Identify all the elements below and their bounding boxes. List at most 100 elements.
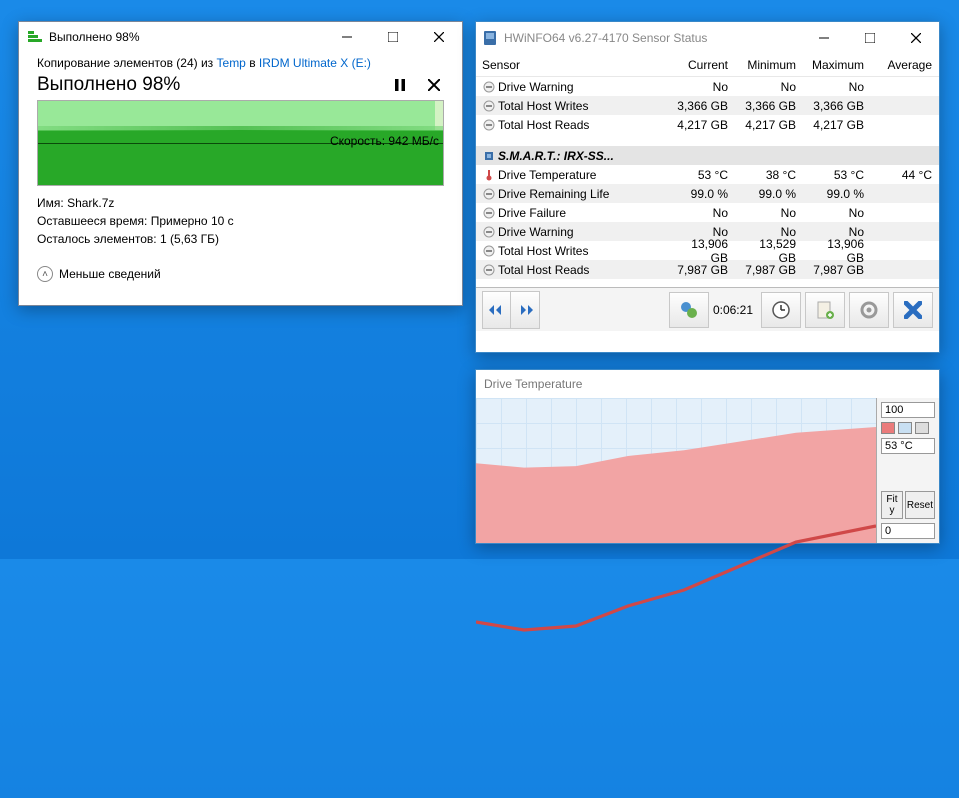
temp-title: Drive Temperature xyxy=(484,377,939,391)
sensor-value: 53 °C xyxy=(802,168,870,182)
source-folder-link[interactable]: Temp xyxy=(217,56,246,70)
y-max-input[interactable] xyxy=(881,402,935,418)
sensor-row[interactable]: Total Host Writes3,366 GB3,366 GB3,366 G… xyxy=(476,96,939,115)
fit-y-button[interactable]: Fit y xyxy=(881,491,903,519)
maximize-button[interactable] xyxy=(847,23,893,53)
sensor-value: 38 °C xyxy=(734,168,802,182)
sensor-value: 3,366 GB xyxy=(734,99,802,113)
sensor-value: No xyxy=(802,80,870,94)
temperature-chart[interactable] xyxy=(476,398,877,543)
series-color-gray[interactable] xyxy=(915,422,929,434)
sensor-label: S.M.A.R.T.: IRX-SS... xyxy=(498,149,614,163)
sensor-label: Total Host Reads xyxy=(498,263,589,277)
sensor-row[interactable]: Total Host Reads4,217 GB4,217 GB4,217 GB xyxy=(476,115,939,134)
sensor-value: 7,987 GB xyxy=(734,263,802,277)
sensor-row[interactable]: Total Host Reads7,987 GB7,987 GB7,987 GB xyxy=(476,260,939,279)
sensor-row[interactable]: Total Host Writes13,906 GB13,529 GB13,90… xyxy=(476,241,939,260)
temperature-side-panel: Fit y Reset xyxy=(877,398,939,543)
sensor-value: No xyxy=(734,206,802,220)
sensor-label: Total Host Writes xyxy=(498,244,588,258)
col-current[interactable]: Current xyxy=(666,58,734,72)
sensor-row[interactable]: Drive Remaining Life99.0 %99.0 %99.0 % xyxy=(476,184,939,203)
sensor-value: 99.0 % xyxy=(666,187,734,201)
copy-speed-graph[interactable]: Скорость: 942 МБ/с xyxy=(37,100,444,186)
hwinfo-titlebar[interactable]: HWiNFO64 v6.27-4170 Sensor Status xyxy=(476,22,939,53)
series-color-blue[interactable] xyxy=(898,422,912,434)
sensor-value: No xyxy=(666,206,734,220)
minus-icon xyxy=(482,225,496,239)
nav-back-button[interactable] xyxy=(483,292,511,328)
sensor-value: No xyxy=(734,80,802,94)
y-min-input[interactable] xyxy=(881,523,935,539)
close-button[interactable] xyxy=(893,23,939,53)
chevron-up-icon: ˄ xyxy=(37,266,53,282)
sensor-value: No xyxy=(666,80,734,94)
copy-time-remaining: Оставшееся время: Примерно 10 с xyxy=(37,212,444,230)
dest-folder-link[interactable]: IRDM Ultimate X (E:) xyxy=(259,56,371,70)
col-average[interactable]: Average xyxy=(870,58,938,72)
sensor-label: Total Host Writes xyxy=(498,99,588,113)
col-maximum[interactable]: Maximum xyxy=(802,58,870,72)
minus-icon xyxy=(482,263,496,277)
exit-button[interactable] xyxy=(893,292,933,328)
sensor-label: Drive Remaining Life xyxy=(498,187,609,201)
sensor-value: 44 °C xyxy=(870,168,938,182)
sensor-value: 7,987 GB xyxy=(666,263,734,277)
col-sensor[interactable]: Sensor xyxy=(476,58,666,72)
sensor-section-header[interactable]: S.M.A.R.T.: IRX-SS... xyxy=(476,146,939,165)
reset-button[interactable]: Reset xyxy=(905,491,935,519)
sensor-grid-header[interactable]: Sensor Current Minimum Maximum Average xyxy=(476,53,939,77)
minus-icon xyxy=(482,118,496,132)
minus-icon xyxy=(482,80,496,94)
refresh-button[interactable] xyxy=(669,292,709,328)
sensor-label: Drive Warning xyxy=(498,225,574,239)
sensor-value: 4,217 GB xyxy=(666,118,734,132)
minimize-button[interactable] xyxy=(801,23,847,53)
maximize-button[interactable] xyxy=(370,22,416,52)
sensor-label: Drive Failure xyxy=(498,206,566,220)
sensor-value: 4,217 GB xyxy=(802,118,870,132)
sensor-value: 3,366 GB xyxy=(802,99,870,113)
pause-button[interactable] xyxy=(390,75,410,95)
close-button[interactable] xyxy=(416,22,462,52)
cancel-copy-button[interactable] xyxy=(424,75,444,95)
sensor-row[interactable]: Drive WarningNoNoNo xyxy=(476,77,939,96)
settings-button[interactable] xyxy=(849,292,889,328)
copy-speed-label: Скорость: 942 МБ/с xyxy=(330,134,439,148)
copy-progress-icon xyxy=(27,29,43,45)
y-current-input[interactable] xyxy=(881,438,935,454)
series-color-swatches[interactable] xyxy=(881,422,935,434)
sensor-value: 99.0 % xyxy=(734,187,802,201)
log-button[interactable] xyxy=(805,292,845,328)
sensor-row[interactable]: Drive Temperature53 °C38 °C53 °C44 °C xyxy=(476,165,939,184)
hwinfo-app-icon xyxy=(482,30,498,46)
hwinfo-toolbar: 0:06:21 xyxy=(476,287,939,331)
hwinfo-title: HWiNFO64 v6.27-4170 Sensor Status xyxy=(504,31,801,45)
sensor-grid-body[interactable]: Drive WarningNoNoNoTotal Host Writes3,36… xyxy=(476,77,939,287)
drive-temperature-window: Drive Temperature Fit y Reset xyxy=(475,369,940,544)
copy-items-remaining: Осталось элементов: 1 (5,63 ГБ) xyxy=(37,230,444,248)
sensor-row[interactable]: Drive FailureNoNoNo xyxy=(476,203,939,222)
clock-button[interactable] xyxy=(761,292,801,328)
sensor-value: No xyxy=(802,206,870,220)
minus-icon xyxy=(482,206,496,220)
series-color-red[interactable] xyxy=(881,422,895,434)
elapsed-time: 0:06:21 xyxy=(713,303,753,317)
copy-titlebar[interactable]: Выполнено 98% xyxy=(19,22,462,52)
less-details-toggle[interactable]: ˄ Меньше сведений xyxy=(37,266,444,282)
chip-icon xyxy=(482,149,496,163)
therm-icon xyxy=(482,168,496,182)
sensor-value: 13,906 GB xyxy=(666,237,734,265)
minimize-button[interactable] xyxy=(324,22,370,52)
copy-progress-heading: Выполнено 98% xyxy=(37,74,180,96)
copy-item-name: Имя: Shark.7z xyxy=(37,194,444,212)
minus-icon xyxy=(482,244,496,258)
col-minimum[interactable]: Minimum xyxy=(734,58,802,72)
temp-titlebar[interactable]: Drive Temperature xyxy=(476,370,939,398)
sensor-label: Drive Temperature xyxy=(498,168,596,182)
sensor-label: Total Host Reads xyxy=(498,118,589,132)
nav-forward-button[interactable] xyxy=(511,292,539,328)
sensor-value: 7,987 GB xyxy=(802,263,870,277)
sensor-value: 13,529 GB xyxy=(734,237,802,265)
copy-title: Выполнено 98% xyxy=(49,30,324,44)
